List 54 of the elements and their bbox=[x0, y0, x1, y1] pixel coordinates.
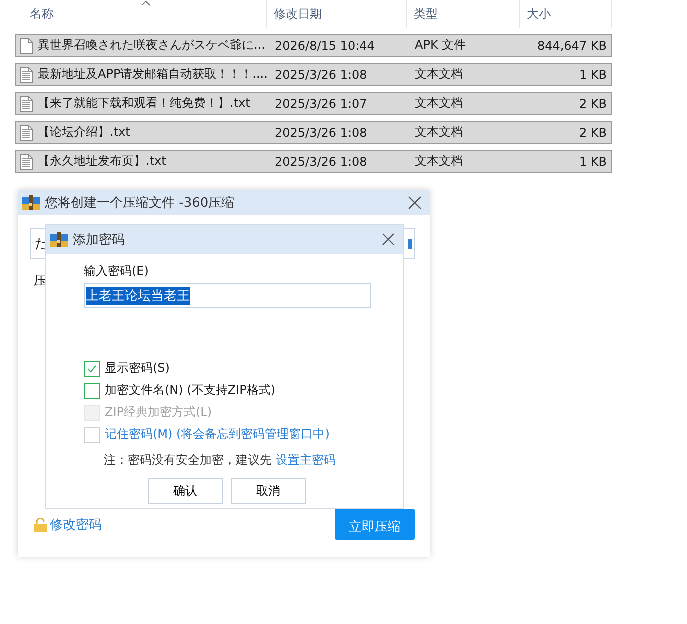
checkmark-icon bbox=[87, 364, 97, 372]
file-type: 文本文档 bbox=[414, 95, 464, 112]
file-name: 【永久地址发布页】.txt bbox=[38, 153, 166, 170]
text-file-icon bbox=[20, 96, 33, 112]
dialog-title: 您将创建一个压缩文件 -360压缩 bbox=[45, 194, 236, 212]
archive-icon bbox=[22, 195, 40, 210]
lock-icon bbox=[34, 518, 47, 532]
file-type: 文本文档 bbox=[414, 124, 464, 141]
file-row[interactable]: 最新地址及APP请发邮箱自动获取！！！.... 2025/3/26 1:08 文本文档 1 KB bbox=[15, 63, 612, 86]
modified-date: 2025/3/26 1:08 bbox=[274, 126, 368, 140]
column-header[interactable]: 类型 bbox=[407, 0, 520, 28]
dialog-title: 添加密码 bbox=[73, 232, 126, 248]
text-file-icon bbox=[20, 124, 33, 140]
option-checkbox[interactable]: 记住密码(M) (将会备忘到密码管理窗口中) bbox=[84, 426, 403, 443]
sort-caret-icon bbox=[141, 0, 151, 6]
archive-icon bbox=[50, 232, 68, 247]
close-icon[interactable] bbox=[382, 233, 395, 246]
modified-date: 2025/3/26 1:08 bbox=[274, 68, 368, 82]
text-file-icon bbox=[20, 66, 33, 82]
file-size: 1 KB bbox=[578, 68, 608, 82]
file-size: 2 KB bbox=[578, 96, 608, 110]
close-icon[interactable] bbox=[408, 196, 422, 210]
file-name: 【论坛介绍】.txt bbox=[38, 124, 130, 141]
security-note: 注：密码没有安全加密，建议先 设置主密码 bbox=[104, 452, 336, 469]
confirm-button[interactable]: 确认 bbox=[148, 478, 223, 504]
cancel-button[interactable]: 取消 bbox=[231, 478, 306, 504]
file-row[interactable]: 【永久地址发布页】.txt 2025/3/26 1:08 文本文档 1 KB bbox=[15, 150, 612, 173]
change-password-link[interactable]: 修改密码 bbox=[34, 516, 102, 534]
file-name: 最新地址及APP请发邮箱自动获取！！！.... bbox=[38, 66, 268, 83]
file-icon bbox=[20, 38, 33, 54]
password-field[interactable]: 上老王论坛当老王 bbox=[84, 283, 371, 308]
file-name: 異世界召喚された咲夜さんがスケベ爺に... bbox=[38, 37, 266, 54]
column-header[interactable]: 名称 bbox=[15, 0, 267, 28]
file-row[interactable]: 異世界召喚された咲夜さんがスケベ爺に... 2026/8/15 10:44 APK 文件 844,647 KB bbox=[15, 34, 612, 57]
file-name: 【来了就能下载和观看！纯免费！】.txt bbox=[38, 95, 250, 112]
file-type: APK 文件 bbox=[414, 37, 468, 54]
column-header[interactable]: 大小 bbox=[520, 0, 612, 28]
column-header[interactable]: 修改日期 bbox=[267, 0, 407, 28]
option-checkbox[interactable]: 加密文件名(N) (不支持ZIP格式) bbox=[84, 382, 403, 399]
file-size: 844,647 KB bbox=[536, 38, 608, 52]
file-size: 2 KB bbox=[578, 126, 608, 140]
set-master-password-link[interactable]: 设置主密码 bbox=[276, 453, 336, 467]
file-row[interactable]: 【来了就能下载和观看！纯免费！】.txt 2025/3/26 1:07 文本文档 2 KB bbox=[15, 92, 612, 115]
modified-date: 2026/8/15 10:44 bbox=[274, 38, 376, 52]
file-row[interactable]: 【论坛介绍】.txt 2025/3/26 1:08 文本文档 2 KB bbox=[15, 121, 612, 144]
compress-button[interactable]: 立即压缩 bbox=[335, 509, 415, 540]
text-file-icon bbox=[20, 154, 33, 170]
file-size: 1 KB bbox=[578, 154, 608, 168]
option-checkbox[interactable]: 显示密码(S) bbox=[84, 360, 403, 377]
file-type: 文本文档 bbox=[414, 66, 464, 83]
password-label: 输入密码(E) bbox=[84, 263, 150, 280]
modified-date: 2025/3/26 1:08 bbox=[274, 154, 368, 168]
modified-date: 2025/3/26 1:07 bbox=[274, 96, 368, 110]
file-type: 文本文档 bbox=[414, 153, 464, 170]
